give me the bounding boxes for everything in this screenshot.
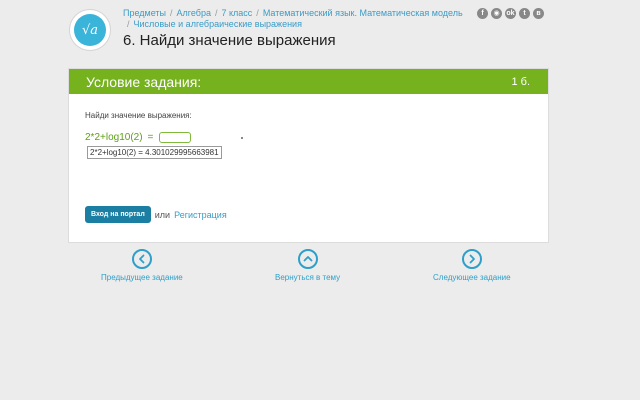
or-text: или: [154, 209, 171, 220]
prev-task-link[interactable]: Предыдущее задание: [101, 249, 183, 282]
breadcrumb-algebra[interactable]: Алгебра: [177, 8, 211, 18]
task-points: 1 б.: [511, 75, 530, 88]
breadcrumb: Предметы / Алгебра/7 класс / Математический …: [123, 8, 473, 30]
next-task-label[interactable]: Следующее задание: [433, 273, 511, 282]
breadcrumb-separator: /: [214, 8, 218, 18]
site-logo[interactable]: √a: [69, 9, 111, 51]
social-links: f ◉ ok t в: [477, 8, 544, 19]
next-task-link[interactable]: Следующее задание: [433, 249, 511, 282]
task-card: Условие задания: 1 б. Найди значение выр…: [68, 68, 549, 243]
task-header-title: Условие задания:: [86, 73, 202, 90]
instagram-icon[interactable]: ◉: [491, 8, 502, 19]
prev-task-label[interactable]: Предыдущее задание: [101, 273, 183, 282]
breadcrumb-topic[interactable]: Математический язык. Математическая моде…: [263, 8, 463, 18]
breadcrumb-separator: /: [256, 8, 259, 18]
task-header: Условие задания: 1 б.: [69, 69, 548, 94]
back-to-topic-label[interactable]: Вернуться в тему: [275, 273, 340, 282]
register-link[interactable]: Регистрация: [174, 210, 227, 220]
auth-row: Вход на портал или Регистрация: [85, 206, 227, 223]
chevron-right-icon[interactable]: [461, 249, 482, 269]
facebook-icon[interactable]: f: [477, 8, 488, 19]
breadcrumb-subjects[interactable]: Предметы: [123, 8, 166, 18]
equals-sign: =: [147, 132, 154, 143]
task-expression: 2*2+log10(2) =: [85, 132, 192, 143]
breadcrumb-separator: /: [127, 19, 130, 29]
sqrt-logo-icon: √a: [74, 14, 106, 46]
expression-text: 2*2+log10(2): [85, 132, 143, 143]
odnoklassniki-icon[interactable]: ok: [505, 8, 516, 19]
chevron-up-icon[interactable]: [297, 249, 318, 269]
breadcrumb-subtopic[interactable]: Числовые и алгебраические выражения: [134, 19, 302, 29]
page-title: 6. Найди значение выражения: [123, 32, 336, 49]
cursor-dot: [241, 137, 243, 139]
vkontakte-icon[interactable]: в: [533, 8, 544, 19]
twitter-icon[interactable]: t: [519, 8, 530, 19]
chevron-left-icon[interactable]: [131, 249, 152, 269]
login-button[interactable]: Вход на портал: [85, 206, 151, 223]
task-instruction: Найди значение выражения:: [85, 111, 192, 120]
breadcrumb-grade[interactable]: 7 класс: [221, 8, 252, 18]
answer-input[interactable]: [159, 132, 192, 143]
back-to-topic-link[interactable]: Вернуться в тему: [275, 249, 340, 282]
evaluation-tooltip: 2*2+log10(2) = 4.301029995663981: [87, 146, 222, 159]
breadcrumb-separator: /: [170, 8, 173, 18]
